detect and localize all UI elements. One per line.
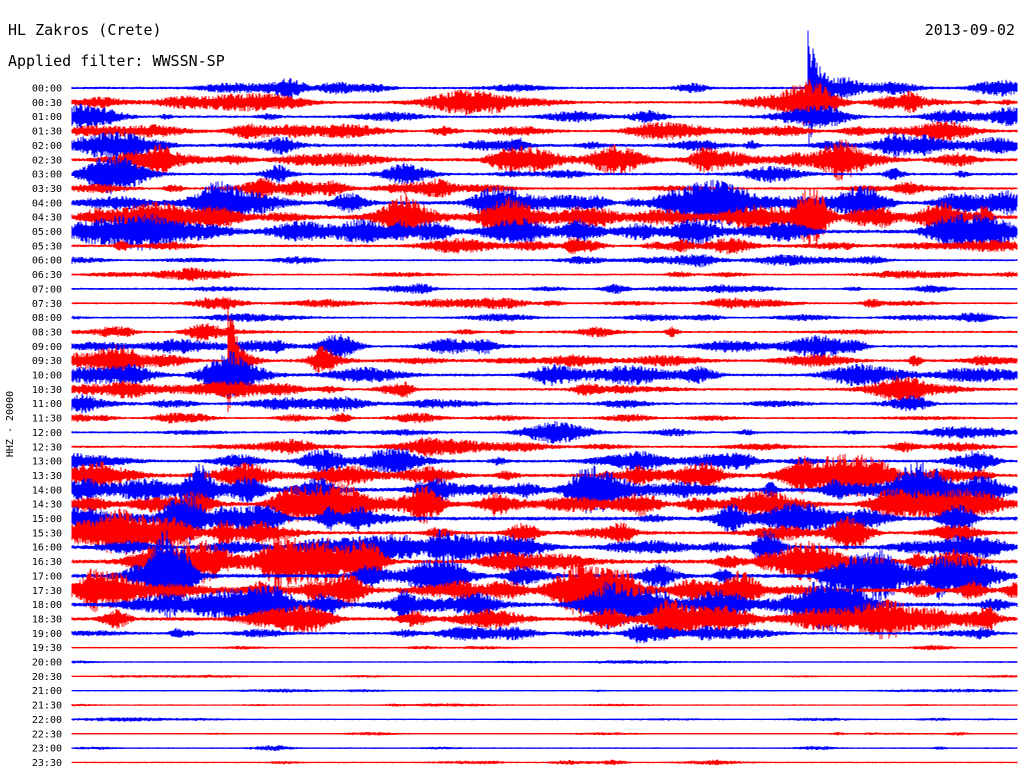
row-tick-label: 08:00 [32,313,62,324]
row-tick-label: 04:30 [32,213,62,224]
row-tick-label: 12:00 [32,428,62,439]
row-tick-label: 23:00 [32,744,62,755]
row-tick-label: 03:30 [32,184,62,195]
row-tick-label: 10:30 [32,385,62,396]
trace-0930 [71,302,1018,413]
row-tick-label: 00:00 [32,84,62,95]
row-tick-label: 05:00 [32,227,62,238]
row-tick-label: 18:30 [32,614,62,625]
row-tick-label: 22:00 [32,715,62,726]
trace-0900 [71,334,1018,360]
row-tick-label: 21:00 [32,686,62,697]
row-tick-label: 09:00 [32,342,62,353]
row-tick-label: 03:00 [32,170,62,181]
row-tick-label: 13:30 [32,471,62,482]
row-tick-label: 19:00 [32,629,62,640]
row-tick-label: 14:00 [32,485,62,496]
row-tick-label: 17:00 [32,571,62,582]
row-tick-labels: 00:00 00:30 01:00 01:30 02:00 02:30 03:00 03:30… [32,84,62,769]
row-tick-label: 18:00 [32,600,62,611]
row-tick-label: 16:00 [32,543,62,554]
row-tick-label: 17:30 [32,586,62,597]
row-tick-label: 10:00 [32,371,62,382]
row-tick-label: 09:30 [32,356,62,367]
row-tick-label: 16:30 [32,557,62,568]
seismic-traces [71,30,1018,766]
row-tick-label: 20:30 [32,672,62,683]
row-tick-label: 02:30 [32,155,62,166]
row-tick-label: 21:30 [32,701,62,712]
row-tick-label: 23:30 [32,758,62,769]
row-tick-label: 02:00 [32,141,62,152]
channel-axis-label: HHZ - 20000 [5,391,16,457]
row-tick-label: 01:00 [32,112,62,123]
row-tick-label: 00:30 [32,98,62,109]
row-tick-label: 05:30 [32,241,62,252]
row-tick-label: 08:30 [32,327,62,338]
row-tick-label: 15:00 [32,514,62,525]
row-tick-label: 22:30 [32,729,62,740]
row-tick-label: 07:00 [32,284,62,295]
helicorder-plot: 00:00 00:30 01:00 01:30 02:00 02:30 03:00 03:30… [5,30,1018,769]
row-tick-label: 14:30 [32,500,62,511]
row-tick-label: 15:30 [32,528,62,539]
row-tick-label: 13:00 [32,457,62,468]
row-tick-label: 11:00 [32,399,62,410]
row-tick-label: 01:30 [32,127,62,138]
row-tick-label: 11:30 [32,414,62,425]
row-tick-label: 07:30 [32,299,62,310]
row-tick-label: 06:30 [32,270,62,281]
row-tick-label: 06:00 [32,256,62,267]
row-tick-label: 20:00 [32,658,62,669]
row-tick-label: 12:30 [32,442,62,453]
row-tick-label: 04:00 [32,198,62,209]
row-tick-label: 19:30 [32,643,62,654]
